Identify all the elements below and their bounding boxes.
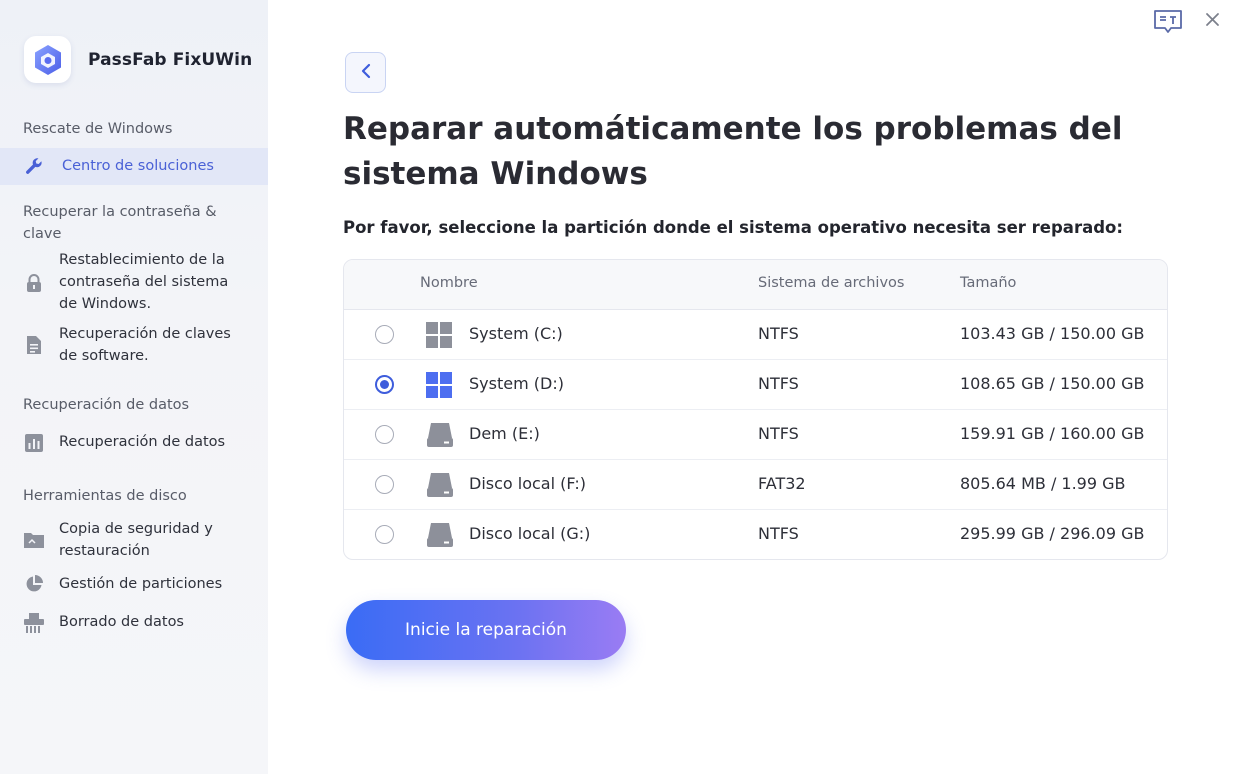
table-row[interactable]: Disco local (F:) FAT32 805.64 MB / 1.99 …	[344, 460, 1167, 510]
sidebar-item-label: Copia de seguridad y restauración	[59, 521, 213, 559]
table-row[interactable]: Disco local (G:) NTFS 295.99 GB / 296.09…	[344, 510, 1167, 559]
document-icon	[24, 335, 44, 355]
partition-name: System (D:)	[469, 374, 564, 393]
partition-size: 103.43 GB / 150.00 GB	[960, 324, 1145, 343]
partition-table: Nombre Sistema de archivos Tamaño System…	[343, 259, 1168, 560]
table-row[interactable]: System (C:) NTFS 103.43 GB / 150.00 GB	[344, 310, 1167, 360]
page-title: Reparar automáticamente los problemas de…	[343, 111, 1123, 192]
partition-name: Dem (E:)	[469, 424, 540, 443]
folder-icon	[24, 530, 44, 550]
start-repair-button[interactable]: Inicie la reparación	[346, 600, 626, 660]
radio-button[interactable]	[375, 375, 394, 394]
sidebar-item-recuperacion-datos[interactable]: Recuperación de datos	[0, 431, 268, 455]
sidebar-item-label: Recuperación de claves de software.	[59, 326, 231, 364]
table-row[interactable]: System (D:) NTFS 108.65 GB / 150.00 GB	[344, 360, 1167, 410]
radio-button[interactable]	[375, 525, 394, 544]
lock-icon	[24, 273, 44, 293]
column-header-filesystem: Sistema de archivos	[758, 275, 905, 291]
radio-button[interactable]	[375, 325, 394, 344]
partition-filesystem: NTFS	[758, 374, 799, 393]
partition-filesystem: NTFS	[758, 424, 799, 443]
partition-name: Disco local (F:)	[469, 474, 586, 493]
column-header-name: Nombre	[420, 275, 478, 291]
sidebar-item-copia-seguridad[interactable]: Copia de seguridad y restauración	[0, 518, 268, 564]
partition-filesystem: FAT32	[758, 474, 806, 493]
shredder-icon	[24, 613, 44, 633]
sidebar-item-label: Restablecimiento de la contraseña del si…	[59, 252, 229, 312]
section-title-recuperacion-datos: Recuperación de datos	[23, 397, 190, 413]
sidebar-item-label: Borrado de datos	[59, 614, 184, 630]
table-header: Nombre Sistema de archivos Tamaño	[344, 260, 1167, 310]
sidebar-item-recuperacion-claves[interactable]: Recuperación de claves de software.	[0, 323, 268, 369]
partition-filesystem: NTFS	[758, 324, 799, 343]
drive-icon	[426, 422, 454, 448]
sidebar-item-label: Recuperación de datos	[59, 434, 226, 450]
windows-icon	[426, 322, 454, 348]
partition-size: 159.91 GB / 160.00 GB	[960, 424, 1145, 443]
pie-chart-icon	[24, 574, 44, 594]
radio-button[interactable]	[375, 425, 394, 444]
app-logo	[24, 36, 71, 83]
section-title-rescate: Rescate de Windows	[23, 121, 173, 137]
partition-name: System (C:)	[469, 324, 563, 343]
chevron-left-icon	[360, 63, 372, 83]
drive-icon	[426, 472, 454, 498]
radio-button[interactable]	[375, 475, 394, 494]
bar-chart-icon	[24, 433, 44, 453]
app-name: PassFab FixUWin	[88, 49, 253, 70]
sidebar-item-centro-soluciones[interactable]: Centro de soluciones	[0, 148, 268, 185]
brand: PassFab FixUWin	[24, 36, 252, 83]
wrench-icon	[24, 156, 44, 176]
windows-icon	[426, 372, 454, 398]
back-button[interactable]	[345, 52, 386, 93]
sidebar-item-label: Centro de soluciones	[62, 158, 214, 174]
section-title-recuperar-contrasena: Recuperar la contraseña & clave	[23, 204, 217, 242]
partition-size: 295.99 GB / 296.09 GB	[960, 524, 1145, 543]
partition-name: Disco local (G:)	[469, 524, 591, 543]
column-header-size: Tamaño	[960, 275, 1017, 291]
table-row[interactable]: Dem (E:) NTFS 159.91 GB / 160.00 GB	[344, 410, 1167, 460]
feedback-icon[interactable]	[1153, 9, 1183, 39]
page-subtitle: Por favor, seleccione la partición donde…	[343, 218, 1123, 237]
sidebar-item-label: Gestión de particiones	[59, 576, 223, 592]
partition-size: 805.64 MB / 1.99 GB	[960, 474, 1126, 493]
close-icon[interactable]	[1205, 12, 1220, 31]
sidebar: PassFab FixUWin Rescate de Windows Centr…	[0, 0, 268, 774]
sidebar-item-borrado-datos[interactable]: Borrado de datos	[0, 611, 268, 635]
partition-size: 108.65 GB / 150.00 GB	[960, 374, 1145, 393]
partition-filesystem: NTFS	[758, 524, 799, 543]
sidebar-item-restablecimiento-contrasena[interactable]: Restablecimiento de la contraseña del si…	[0, 249, 268, 317]
sidebar-item-gestion-particiones[interactable]: Gestión de particiones	[0, 573, 268, 597]
section-title-herramientas-disco: Herramientas de disco	[23, 488, 187, 504]
drive-icon	[426, 522, 454, 548]
